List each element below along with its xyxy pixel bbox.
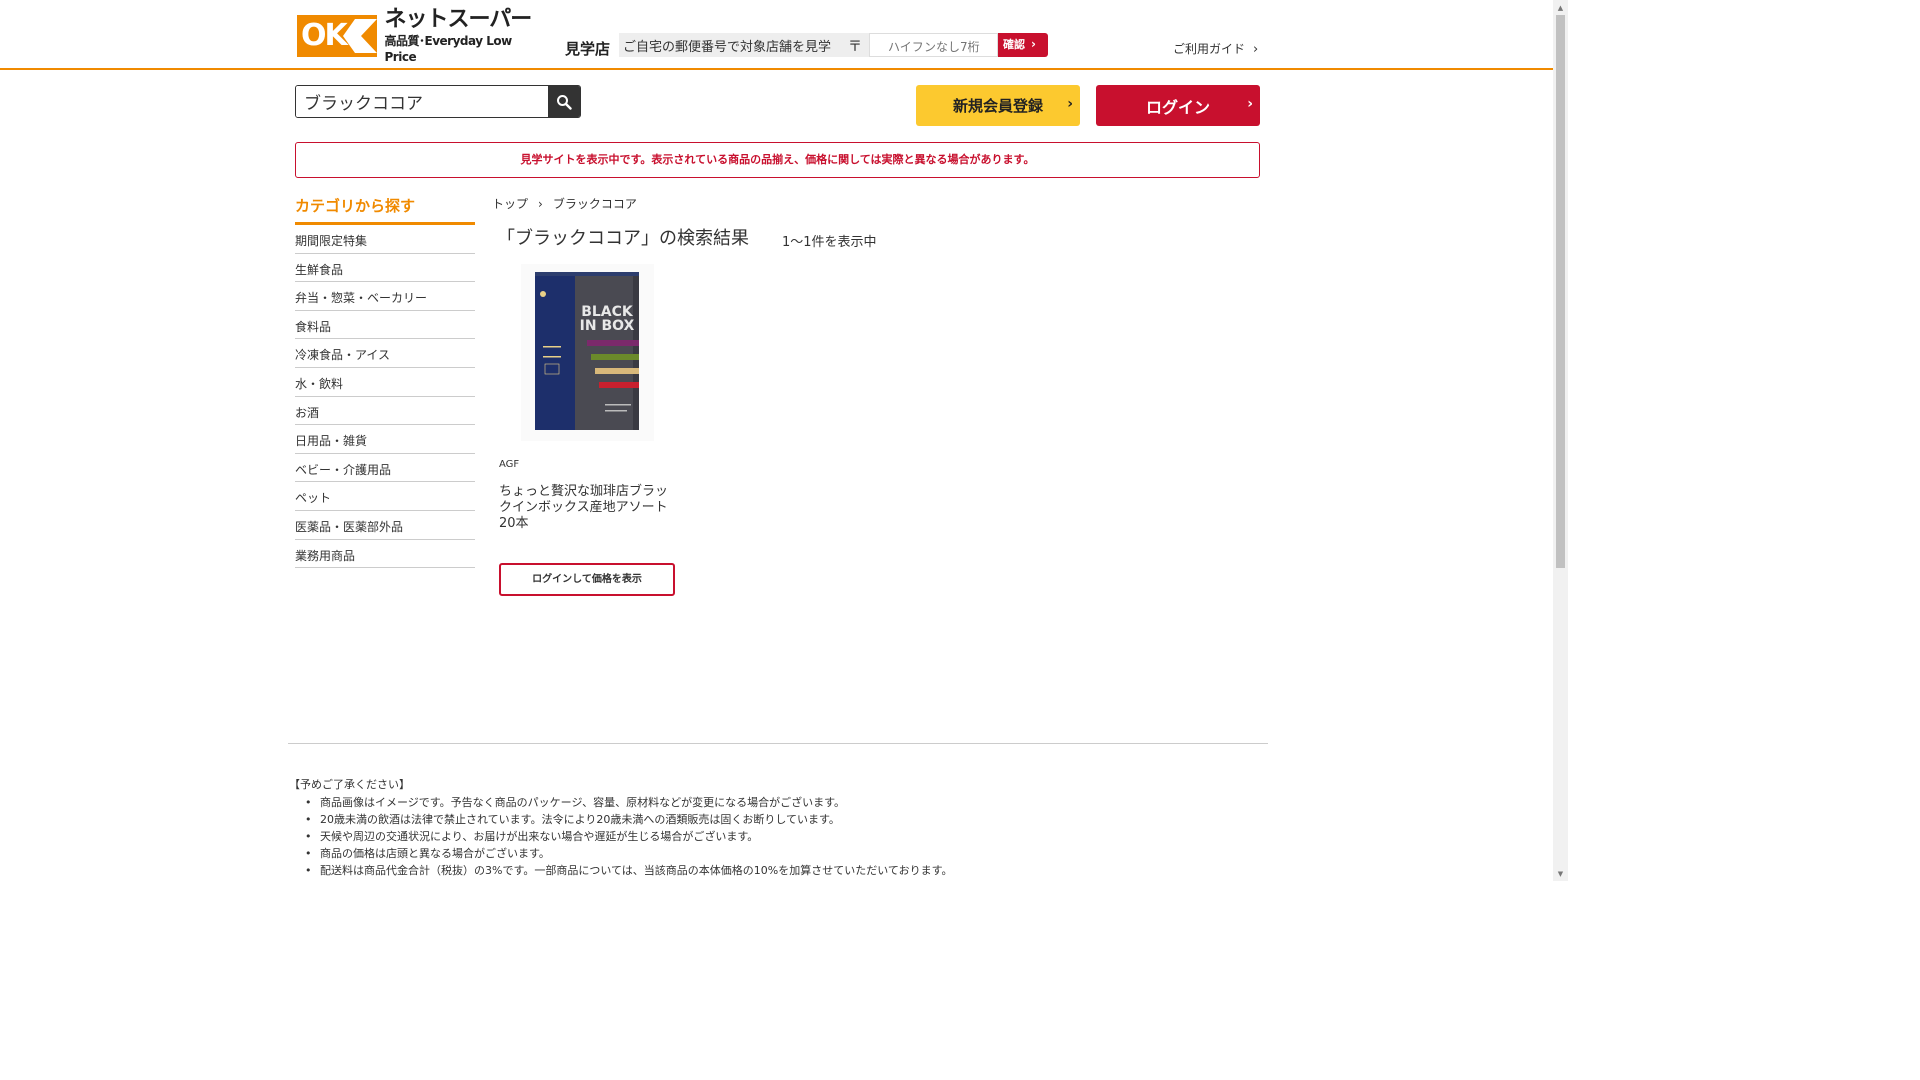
register-label: 新規会員登録 [952, 97, 1043, 115]
site-header: OK ネットスーパー 高品質･Everyday Low Price 見学店 ご自… [0, 0, 1553, 70]
store-label: 見学店 [565, 40, 611, 58]
product-brand: AGF [499, 459, 520, 470]
breadcrumb-home[interactable]: トップ [492, 197, 528, 211]
search-button[interactable] [548, 86, 580, 117]
zip-code-input[interactable] [869, 33, 998, 57]
coffee-box-image: BLACK IN BOX [521, 264, 654, 441]
chevron-right-icon: › [1253, 42, 1259, 57]
footer-note: 商品の価格は店頭と異なる場合がございます。 [305, 845, 1249, 862]
footer-notes: 【予めご了承ください】 商品画像はイメージです。予告なく商品のパッケージ、容量、… [289, 777, 1249, 879]
package-text-2: IN BOX [580, 318, 635, 334]
zip-prompt: ご自宅の郵便番号で対象店舗を見学 [619, 33, 869, 57]
chevron-right-icon: › [1031, 37, 1036, 51]
logo-title: ネットスーパー [384, 7, 533, 32]
login-label: ログイン [1145, 97, 1210, 117]
sidebar-item-water-drinks[interactable]: 水・飲料 [295, 368, 475, 397]
chevron-right-icon: › [1247, 96, 1253, 112]
sidebar-item-alcohol[interactable]: お酒 [295, 397, 475, 426]
breadcrumb-separator-icon: › [538, 197, 543, 211]
sidebar-item-bento-deli-bakery[interactable]: 弁当・惣菜・ベーカリー [295, 282, 475, 311]
footer-note-list: 商品画像はイメージです。予告なく商品のパッケージ、容量、原材料などが変更になる場… [289, 794, 1249, 879]
footer-note: 商品画像はイメージです。予告なく商品のパッケージ、容量、原材料などが変更になる場… [305, 794, 1249, 811]
sidebar-item-pet[interactable]: ペット [295, 482, 475, 511]
login-to-view-price-button[interactable]: ログインして価格を表示 [499, 563, 675, 596]
footer-note: 天候や周辺の交通状況により、お届けが出来ない場合や遅延が生じる場合がございます。 [305, 828, 1249, 845]
search-icon [557, 94, 572, 110]
logo-subtitle: 高品質･Everyday Low Price [384, 34, 513, 64]
ok-logo-badge: OK [297, 15, 377, 57]
sidebar-item-fresh-food[interactable]: 生鮮食品 [295, 254, 475, 283]
login-button[interactable]: ログイン › [1096, 85, 1260, 126]
sidebar-item-medicine[interactable]: 医薬品・医薬部外品 [295, 511, 475, 540]
breadcrumb-current: ブラックココア [552, 197, 637, 211]
footer-note: 配送料は商品代金合計（税抜）の3%です。一部商品については、当該商品の本体価格の… [305, 862, 1249, 879]
preview-notice: 見学サイトを表示中です。表示されている商品の品揃え、価格に関しては実際と異なる場… [295, 142, 1260, 178]
sidebar-item-daily-goods[interactable]: 日用品・雑貨 [295, 425, 475, 454]
user-guide-label: ご利用ガイド [1173, 42, 1246, 56]
scroll-up-icon[interactable]: ▲ [1553, 0, 1568, 15]
sidebar-title: カテゴリから探す [295, 192, 475, 225]
site-logo[interactable]: OK ネットスーパー 高品質･Everyday Low Price [297, 7, 542, 64]
footer-divider [288, 743, 1268, 744]
sidebar-item-baby-care[interactable]: ベビー・介護用品 [295, 454, 475, 483]
breadcrumb: トップ › ブラックココア [492, 195, 637, 212]
user-guide-link[interactable]: ご利用ガイド › [1173, 40, 1258, 57]
product-image[interactable]: BLACK IN BOX [521, 264, 654, 441]
results-count: 1〜1件を表示中 [782, 235, 877, 250]
vertical-scrollbar[interactable]: ▲ ▼ [1553, 0, 1568, 881]
scrollbar-thumb[interactable] [1556, 15, 1565, 568]
postal-mark-icon: 〒 [848, 39, 862, 55]
search-bar [295, 85, 581, 118]
product-name[interactable]: ちょっと贅沢な珈琲店ブラックインボックス産地アソート20本 [499, 484, 679, 532]
sidebar-item-frozen-ice[interactable]: 冷凍食品・アイス [295, 339, 475, 368]
logo-text: ネットスーパー 高品質･Everyday Low Price [385, 7, 543, 65]
zip-confirm-button[interactable]: 確認 › [998, 33, 1048, 57]
logo-arrow-icon [343, 19, 377, 53]
search-input[interactable] [296, 86, 549, 117]
category-sidebar: カテゴリから探す 期間限定特集 生鮮食品 弁当・惣菜・ベーカリー 食料品 冷凍食… [295, 192, 475, 569]
sidebar-item-business[interactable]: 業務用商品 [295, 540, 475, 569]
scroll-down-icon[interactable]: ▼ [1553, 866, 1568, 881]
register-button[interactable]: 新規会員登録 › [916, 85, 1080, 126]
zip-confirm-label: 確認 [1003, 38, 1025, 51]
sidebar-item-groceries[interactable]: 食料品 [295, 311, 475, 340]
footer-heading: 【予めご了承ください】 [289, 778, 410, 791]
footer-note: 20歳未満の飲酒は法律で禁止されています。法令により20歳未満への酒類販売は固く… [305, 811, 1249, 828]
results-title: 「ブラックココア」の検索結果 [497, 228, 749, 249]
chevron-right-icon: › [1067, 96, 1073, 112]
sidebar-item-limited-time[interactable]: 期間限定特集 [295, 225, 475, 254]
